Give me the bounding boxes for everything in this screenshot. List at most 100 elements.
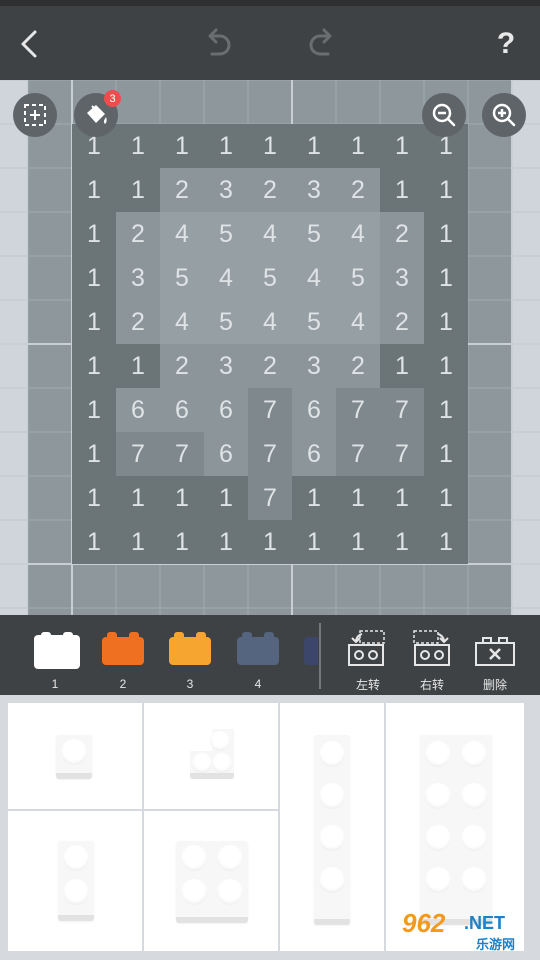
grid-cell[interactable]: 1	[204, 476, 248, 520]
grid-cell[interactable]: 1	[116, 476, 160, 520]
delete-button[interactable]	[473, 633, 517, 669]
grid-cell[interactable]: 1	[204, 124, 248, 168]
grid-cell[interactable]: 7	[116, 432, 160, 476]
grid-cell[interactable]: 4	[160, 212, 204, 256]
grid-cell[interactable]: 1	[292, 124, 336, 168]
grid-cell[interactable]: 1	[292, 476, 336, 520]
grid-cell[interactable]: 3	[204, 344, 248, 388]
grid-cell[interactable]: 6	[292, 432, 336, 476]
help-button[interactable]: ?	[484, 22, 528, 66]
grid-cell[interactable]: 1	[424, 168, 468, 212]
piece-brick-1x2[interactable]	[8, 811, 142, 951]
grid-cell[interactable]: 1	[424, 300, 468, 344]
grid-cell[interactable]: 6	[292, 388, 336, 432]
redo-button[interactable]	[300, 22, 344, 66]
grid-cell[interactable]: 1	[116, 168, 160, 212]
grid-cell[interactable]: 1	[380, 520, 424, 564]
grid-cell[interactable]: 5	[248, 256, 292, 300]
grid-cell[interactable]: 1	[336, 124, 380, 168]
grid-cell[interactable]: 4	[160, 300, 204, 344]
grid-cell[interactable]: 5	[336, 256, 380, 300]
grid-cell[interactable]: 2	[380, 212, 424, 256]
build-canvas[interactable]: 1111111111123232111245454211354545311245…	[0, 80, 540, 615]
grid-cell[interactable]: 7	[248, 476, 292, 520]
grid-cell[interactable]: 1	[204, 520, 248, 564]
grid-cell[interactable]: 1	[72, 432, 116, 476]
grid-cell[interactable]: 5	[204, 300, 248, 344]
grid-cell[interactable]: 3	[204, 168, 248, 212]
grid-cell[interactable]: 6	[116, 388, 160, 432]
grid-cell[interactable]: 7	[380, 432, 424, 476]
grid-cell[interactable]: 2	[160, 168, 204, 212]
grid-cell[interactable]: 2	[248, 168, 292, 212]
grid-cell[interactable]: 4	[292, 256, 336, 300]
grid-cell[interactable]: 1	[160, 124, 204, 168]
grid-cell[interactable]: 1	[116, 344, 160, 388]
select-area-button[interactable]	[13, 93, 57, 137]
grid-cell[interactable]: 4	[336, 212, 380, 256]
back-button[interactable]	[8, 22, 52, 66]
grid-cell[interactable]: 2	[116, 212, 160, 256]
grid-cell[interactable]: 1	[424, 344, 468, 388]
grid-cell[interactable]: 1	[72, 520, 116, 564]
color-swatch-3[interactable]	[169, 632, 211, 665]
grid-cell[interactable]: 1	[160, 520, 204, 564]
grid-cell[interactable]: 3	[292, 168, 336, 212]
grid-cell[interactable]: 1	[116, 520, 160, 564]
grid-cell[interactable]: 2	[336, 344, 380, 388]
color-swatch-4[interactable]	[237, 632, 279, 665]
grid-cell[interactable]: 1	[424, 388, 468, 432]
grid-cell[interactable]: 4	[336, 300, 380, 344]
grid-cell[interactable]: 1	[424, 212, 468, 256]
piece-brick-1x4[interactable]	[280, 703, 384, 951]
color-swatch-partial[interactable]	[304, 637, 318, 665]
grid-cell[interactable]: 2	[248, 344, 292, 388]
color-swatch-1[interactable]	[34, 632, 80, 669]
grid-cell[interactable]: 1	[292, 520, 336, 564]
grid-cell[interactable]: 7	[380, 388, 424, 432]
grid-cell[interactable]: 4	[248, 212, 292, 256]
zoom-in-button[interactable]	[482, 93, 526, 137]
grid-cell[interactable]: 5	[292, 300, 336, 344]
grid-cell[interactable]: 1	[424, 520, 468, 564]
grid-cell[interactable]: 1	[72, 212, 116, 256]
grid-cell[interactable]: 1	[72, 476, 116, 520]
grid-cell[interactable]: 7	[336, 388, 380, 432]
rotate-left-button[interactable]	[346, 629, 390, 669]
grid-cell[interactable]: 1	[380, 476, 424, 520]
grid-cell[interactable]: 1	[336, 520, 380, 564]
grid-cell[interactable]: 1	[424, 432, 468, 476]
rotate-right-button[interactable]	[410, 629, 454, 669]
grid-cell[interactable]: 1	[380, 344, 424, 388]
grid-cell[interactable]: 4	[248, 300, 292, 344]
grid-cell[interactable]: 1	[116, 124, 160, 168]
grid-cell[interactable]: 1	[72, 300, 116, 344]
grid-cell[interactable]: 1	[72, 256, 116, 300]
piece-brick-1x1[interactable]	[8, 703, 142, 809]
grid-cell[interactable]: 6	[204, 432, 248, 476]
grid-cell[interactable]: 6	[160, 388, 204, 432]
grid-cell[interactable]: 3	[116, 256, 160, 300]
undo-button[interactable]	[196, 22, 240, 66]
color-swatch-2[interactable]	[102, 632, 144, 665]
grid-cell[interactable]: 1	[248, 124, 292, 168]
zoom-out-button[interactable]	[422, 93, 466, 137]
grid-cell[interactable]: 1	[72, 388, 116, 432]
grid-cell[interactable]: 2	[160, 344, 204, 388]
grid-cell[interactable]: 1	[424, 256, 468, 300]
grid-cell[interactable]: 1	[72, 168, 116, 212]
grid-cell[interactable]: 3	[380, 256, 424, 300]
grid-cell[interactable]: 1	[248, 520, 292, 564]
grid-cell[interactable]: 5	[292, 212, 336, 256]
piece-brick-corner[interactable]	[144, 703, 278, 809]
grid-cell[interactable]: 4	[204, 256, 248, 300]
piece-brick-2x2[interactable]	[144, 811, 278, 951]
grid-cell[interactable]: 6	[204, 388, 248, 432]
grid-cell[interactable]: 5	[204, 212, 248, 256]
grid-cell[interactable]: 2	[380, 300, 424, 344]
grid-cell[interactable]: 1	[424, 476, 468, 520]
grid-cell[interactable]: 1	[380, 124, 424, 168]
grid-cell[interactable]: 3	[292, 344, 336, 388]
grid-cell[interactable]: 2	[336, 168, 380, 212]
grid-cell[interactable]: 7	[336, 432, 380, 476]
